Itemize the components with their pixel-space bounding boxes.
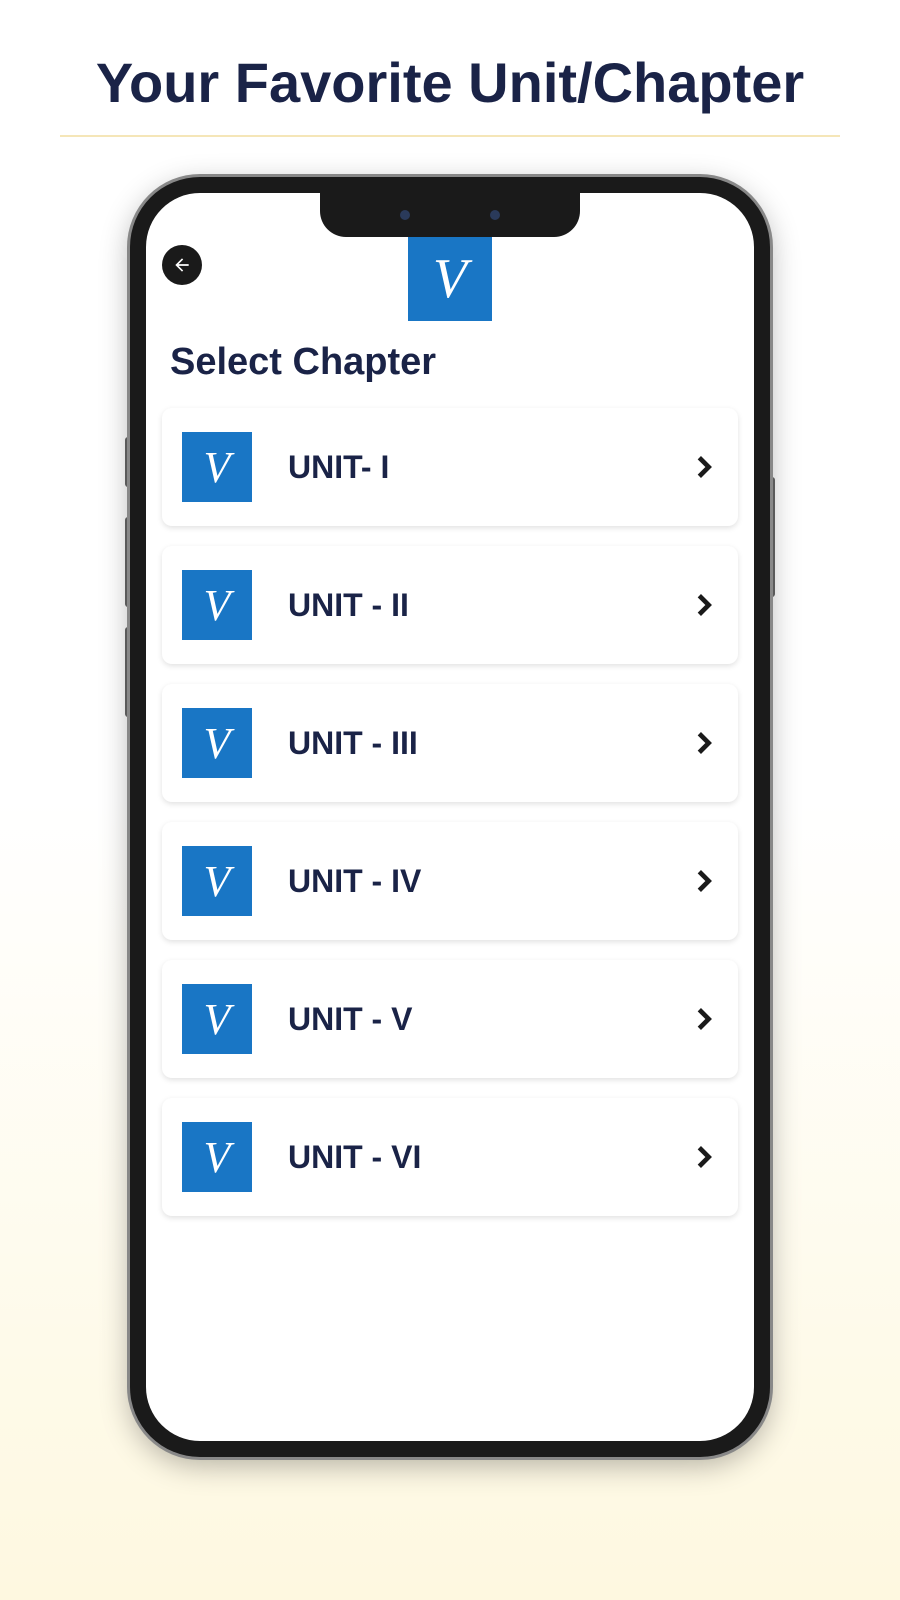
phone-frame: V Select Chapter V UNIT- I V UNIT - II [130,177,770,1457]
phone-mockup: V Select Chapter V UNIT- I V UNIT - II [130,177,770,1457]
section-heading: Select Chapter [146,321,754,408]
chapter-item-unit-2[interactable]: V UNIT - II [162,546,738,664]
chevron-right-icon [690,453,718,481]
chevron-right-icon [690,729,718,757]
back-arrow-icon [172,255,192,275]
notch-sensor [400,210,410,220]
v-logo-icon: V [182,984,252,1054]
chapter-item-unit-1[interactable]: V UNIT- I [162,408,738,526]
v-logo-icon: V [182,432,252,502]
chapter-label: UNIT - IV [252,863,690,900]
chevron-right-icon [690,1143,718,1171]
chevron-right-icon [690,1005,718,1033]
chevron-right-icon [690,591,718,619]
chapter-label: UNIT - II [252,587,690,624]
notch-sensor [490,210,500,220]
chapter-label: UNIT - V [252,1001,690,1038]
v-logo-icon: V [182,708,252,778]
chevron-right-icon [690,867,718,895]
page-title: Your Favorite Unit/Chapter [60,0,840,137]
chapter-list: V UNIT- I V UNIT - II V UNIT - III [146,408,754,1216]
v-logo-icon: V [182,846,252,916]
app-logo: V [408,237,492,321]
phone-screen: V Select Chapter V UNIT- I V UNIT - II [146,193,754,1441]
v-logo-icon: V [182,1122,252,1192]
app-header: V [146,237,754,321]
back-button[interactable] [162,245,202,285]
side-button [770,477,775,597]
chapter-label: UNIT - III [252,725,690,762]
phone-notch [320,193,580,237]
chapter-item-unit-4[interactable]: V UNIT - IV [162,822,738,940]
chapter-item-unit-6[interactable]: V UNIT - VI [162,1098,738,1216]
chapter-item-unit-5[interactable]: V UNIT - V [162,960,738,1078]
app-content: V Select Chapter V UNIT- I V UNIT - II [146,193,754,1441]
v-logo-icon: V [182,570,252,640]
chapter-item-unit-3[interactable]: V UNIT - III [162,684,738,802]
chapter-label: UNIT - VI [252,1139,690,1176]
chapter-label: UNIT- I [252,449,690,486]
